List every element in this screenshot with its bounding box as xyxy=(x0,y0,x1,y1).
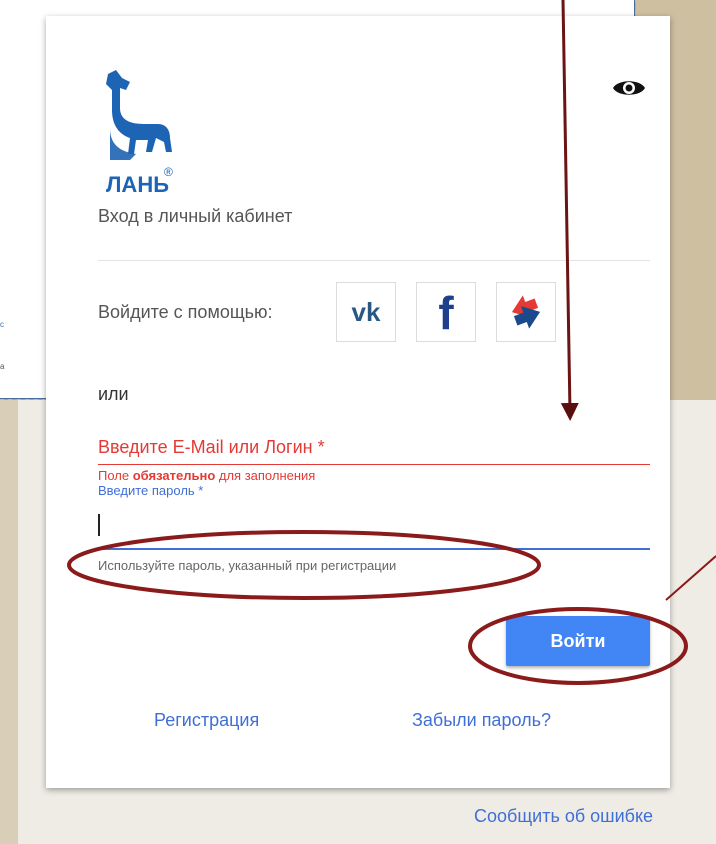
error-bold: обязательно xyxy=(132,468,216,483)
vk-login-button[interactable]: vk xyxy=(336,282,396,342)
login-error-message: Поле обязательно для заполнения xyxy=(98,468,315,483)
register-link[interactable]: Регистрация xyxy=(154,710,259,731)
page-title: Вход в личный кабинет xyxy=(98,206,293,226)
login-submit-button[interactable]: Войти xyxy=(506,616,650,666)
svg-text:vk: vk xyxy=(352,297,381,327)
facebook-login-button[interactable]: f xyxy=(416,282,476,342)
social-login-label: Войдите с помощью: xyxy=(98,302,273,322)
ok-login-button[interactable] xyxy=(496,282,556,342)
forgot-password-link[interactable]: Забыли пароль? xyxy=(412,710,551,731)
background-text-fragment: а xyxy=(0,362,5,371)
facebook-icon: f xyxy=(438,287,454,339)
or-separator: или xyxy=(98,384,129,404)
text-cursor xyxy=(98,514,100,536)
background-text-fragment: с xyxy=(0,320,4,329)
password-label: Введите пароль * xyxy=(98,483,204,498)
arrows-swap-icon xyxy=(511,295,541,329)
report-error-link[interactable]: Сообщить об ошибке xyxy=(474,806,653,827)
lan-logo: ЛАНЬ ® xyxy=(106,70,173,197)
login-input[interactable] xyxy=(98,430,650,465)
error-prefix: Поле xyxy=(98,468,133,483)
error-suffix: для заполнения xyxy=(215,468,316,483)
deer-icon xyxy=(106,70,172,160)
background-edge xyxy=(0,400,18,844)
logo-text: ЛАНЬ xyxy=(106,172,169,197)
registered-mark: ® xyxy=(164,165,173,179)
password-hint: Используйте пароль, указанный при регист… xyxy=(98,558,397,573)
vk-icon: vk xyxy=(352,297,381,327)
eye-icon[interactable] xyxy=(612,76,646,100)
login-card: ЛАНЬ ® Вход в личный кабинет Войдите с п… xyxy=(46,16,670,788)
divider xyxy=(98,260,650,261)
password-input[interactable] xyxy=(98,512,650,550)
svg-text:f: f xyxy=(438,287,454,339)
